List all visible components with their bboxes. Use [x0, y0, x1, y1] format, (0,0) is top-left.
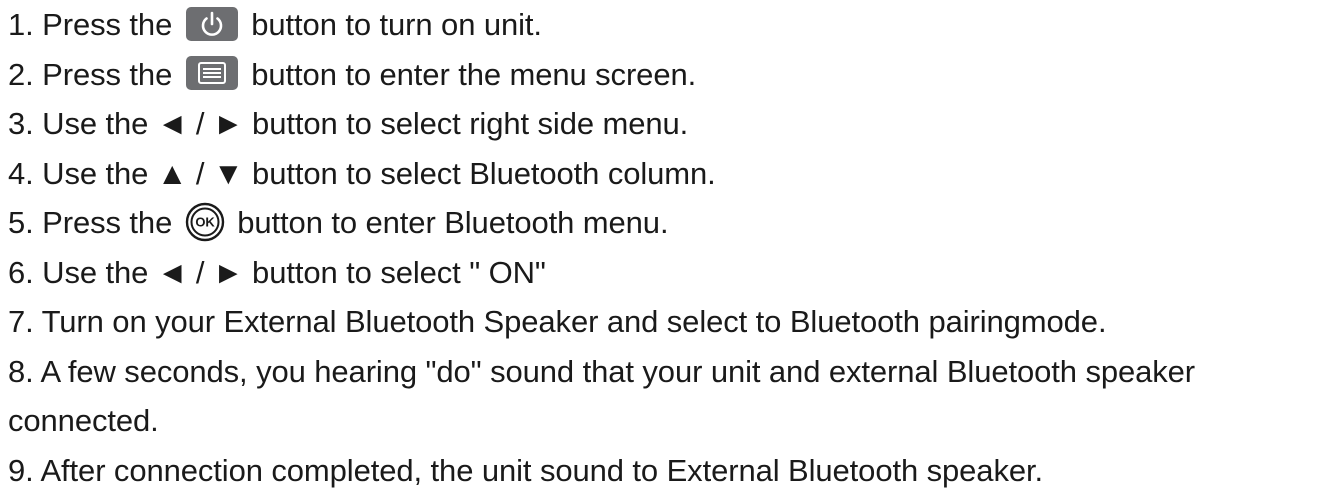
- step-5-suffix: button to enter Bluetooth menu.: [237, 205, 668, 240]
- step-3: 3. Use the ◄ / ► button to select right …: [8, 99, 1333, 149]
- bluetooth-instructions: 1. Press the button to turn on unit. 2. …: [8, 0, 1333, 495]
- step-3-suffix: button to select right side menu.: [252, 106, 688, 141]
- ok-icon: OK: [185, 202, 225, 242]
- step-4-prefix: 4. Use the: [8, 156, 148, 191]
- step-5-prefix: 5. Press the: [8, 205, 172, 240]
- step-1-prefix: 1. Press the: [8, 7, 172, 42]
- step-9: 9. After connection completed, the unit …: [8, 446, 1333, 495]
- left-right-arrows-icon: ◄ / ►: [157, 99, 244, 149]
- step-5: 5. Press the OK button to enter Bluetoot…: [8, 198, 1333, 248]
- step-6-suffix: button to select " ON": [252, 255, 546, 290]
- step-8: 8. A few seconds, you hearing "do" sound…: [8, 347, 1333, 397]
- step-7: 7. Turn on your External Bluetooth Speak…: [8, 297, 1333, 347]
- step-3-prefix: 3. Use the: [8, 106, 148, 141]
- power-icon: [185, 6, 239, 42]
- step-2-suffix: button to enter the menu screen.: [251, 57, 696, 92]
- up-down-arrows-icon: ▲ / ▼: [157, 149, 244, 199]
- menu-icon: [185, 55, 239, 91]
- step-4-suffix: button to select Bluetooth column.: [252, 156, 716, 191]
- step-2: 2. Press the button to enter the menu sc…: [8, 50, 1333, 100]
- step-2-prefix: 2. Press the: [8, 57, 172, 92]
- ok-icon-label: OK: [195, 214, 215, 229]
- left-right-arrows-icon: ◄ / ►: [157, 248, 244, 298]
- step-8-continued: connected.: [8, 396, 1333, 446]
- step-6-prefix: 6. Use the: [8, 255, 148, 290]
- step-1-suffix: button to turn on unit.: [251, 7, 542, 42]
- step-4: 4. Use the ▲ / ▼ button to select Blueto…: [8, 149, 1333, 199]
- step-6: 6. Use the ◄ / ► button to select " ON": [8, 248, 1333, 298]
- step-1: 1. Press the button to turn on unit.: [8, 0, 1333, 50]
